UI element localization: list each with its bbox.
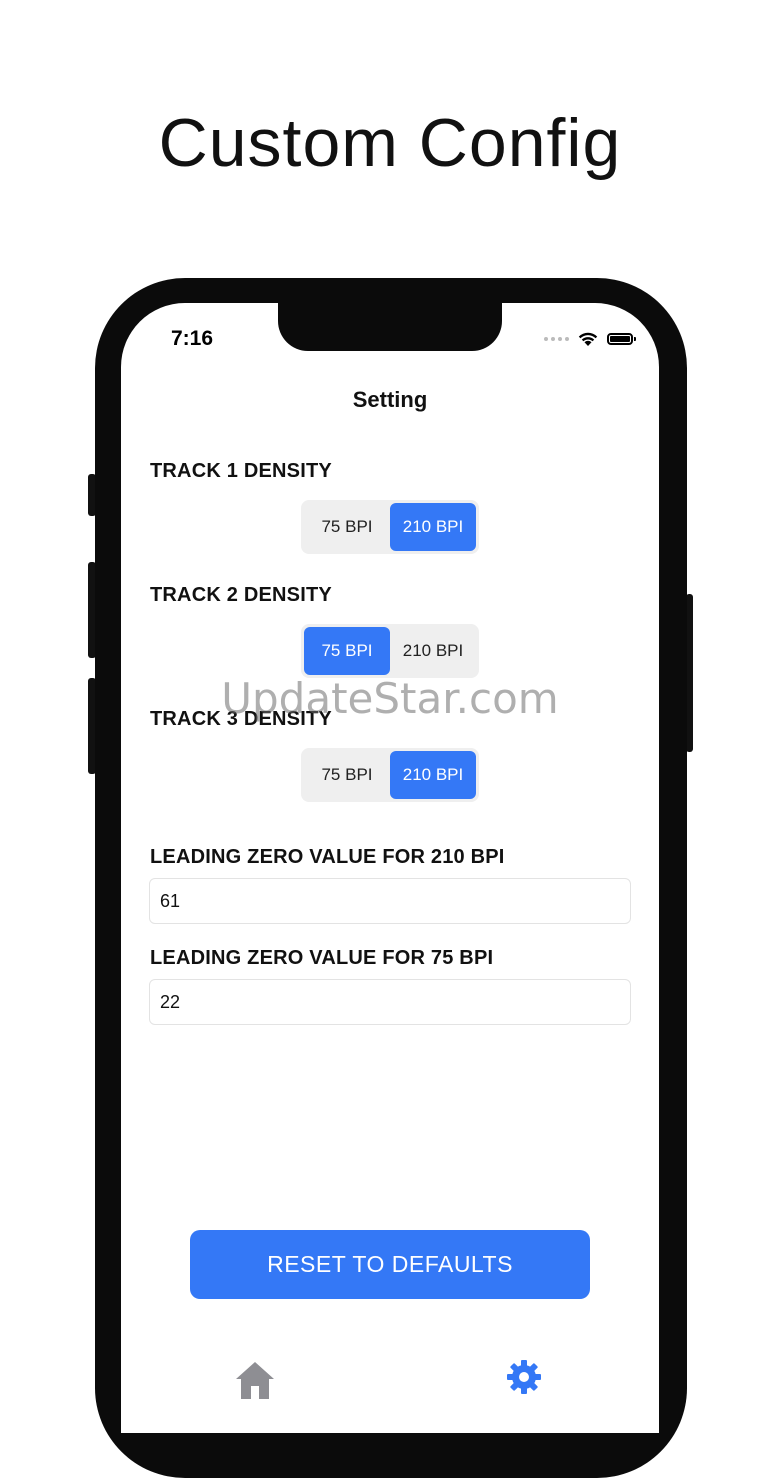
watermark: UpdateStar.com xyxy=(221,674,559,723)
track3-density-segmented: 75 BPI 210 BPI xyxy=(301,748,479,802)
phone-notch xyxy=(278,303,502,351)
home-icon[interactable] xyxy=(234,1359,276,1399)
track1-option-75[interactable]: 75 BPI xyxy=(304,503,390,551)
leading-zero-210-label: LEADING ZERO VALUE FOR 210 BPI xyxy=(150,846,505,868)
track2-density-label: TRACK 2 DENSITY xyxy=(150,584,332,606)
phone-screen: 7:16 Setting TRACK 1 DENSITY 75 BPI 210 … xyxy=(121,303,659,1433)
track2-option-210[interactable]: 210 BPI xyxy=(390,627,476,675)
track2-option-75[interactable]: 75 BPI xyxy=(304,627,390,675)
leading-zero-75-input[interactable] xyxy=(149,979,631,1025)
leading-zero-210-input[interactable] xyxy=(149,878,631,924)
leading-zero-75-label: LEADING ZERO VALUE FOR 75 BPI xyxy=(150,947,494,969)
track2-density-segmented: 75 BPI 210 BPI xyxy=(301,624,479,678)
wifi-icon xyxy=(578,332,598,346)
track1-density-label: TRACK 1 DENSITY xyxy=(150,460,332,482)
cellular-signal-icon xyxy=(544,337,569,341)
status-time: 7:16 xyxy=(171,327,214,350)
track3-option-75[interactable]: 75 BPI xyxy=(304,751,390,799)
track1-density-segmented: 75 BPI 210 BPI xyxy=(301,500,479,554)
status-icons xyxy=(544,331,636,347)
track1-option-210[interactable]: 210 BPI xyxy=(390,503,476,551)
track3-option-210[interactable]: 210 BPI xyxy=(390,751,476,799)
promo-headline: Custom Config xyxy=(158,105,622,181)
phone-power-button xyxy=(686,594,693,752)
battery-icon xyxy=(607,333,636,345)
reset-to-defaults-button[interactable]: RESET TO DEFAULTS xyxy=(190,1230,590,1299)
nav-title: Setting xyxy=(352,387,428,412)
gear-icon[interactable] xyxy=(506,1359,542,1395)
